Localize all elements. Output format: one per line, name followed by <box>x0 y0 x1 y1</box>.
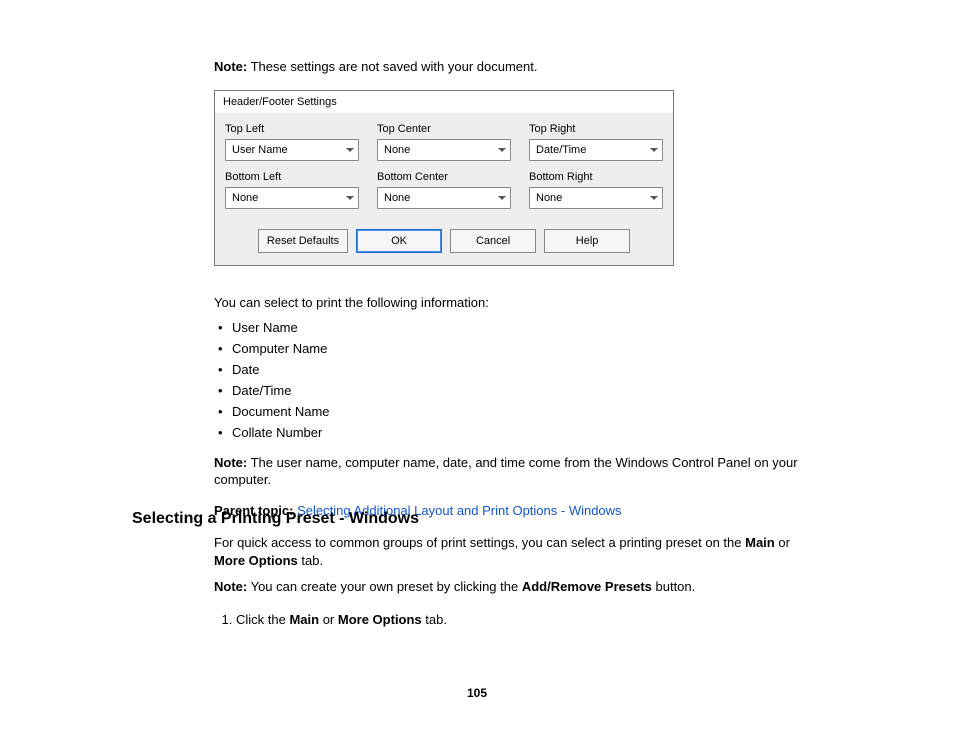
field-bottom-center: Bottom Center None <box>377 171 511 209</box>
list-item: Date <box>232 362 824 377</box>
info-list: User Name Computer Name Date Date/Time D… <box>214 320 824 440</box>
field-bottom-right: Bottom Right None <box>529 171 663 209</box>
note-control-panel: Note: The user name, computer name, date… <box>214 454 824 489</box>
cancel-button[interactable]: Cancel <box>450 229 536 253</box>
field-top-center: Top Center None <box>377 123 511 161</box>
label-bottom-center: Bottom Center <box>377 171 511 183</box>
dialog-title: Header/Footer Settings <box>215 91 673 113</box>
combo-top-left[interactable]: User Name <box>225 139 359 161</box>
step-1: Click the Main or More Options tab. <box>236 611 824 629</box>
field-top-left: Top Left User Name <box>225 123 359 161</box>
body-column-upper: Note: These settings are not saved with … <box>214 58 824 532</box>
note-label: Note: <box>214 59 247 74</box>
combo-value: None <box>536 192 562 204</box>
label-top-right: Top Right <box>529 123 663 135</box>
list-item: Collate Number <box>232 425 824 440</box>
dialog-button-row: Reset Defaults OK Cancel Help <box>225 219 663 265</box>
body-column-lower: For quick access to common groups of pri… <box>214 534 824 629</box>
dialog-body: Top Left User Name Top Center None <box>215 113 673 265</box>
list-item: Computer Name <box>232 341 824 356</box>
label-top-center: Top Center <box>377 123 511 135</box>
combo-value: None <box>232 192 258 204</box>
label-top-left: Top Left <box>225 123 359 135</box>
field-top-right: Top Right Date/Time <box>529 123 663 161</box>
list-item: User Name <box>232 320 824 335</box>
help-button[interactable]: Help <box>544 229 630 253</box>
combo-top-right[interactable]: Date/Time <box>529 139 663 161</box>
combo-bottom-left[interactable]: None <box>225 187 359 209</box>
document-page: Note: These settings are not saved with … <box>0 0 954 738</box>
chevron-down-icon <box>650 148 658 152</box>
dialog-row-top: Top Left User Name Top Center None <box>225 123 663 161</box>
chevron-down-icon <box>650 196 658 200</box>
chevron-down-icon <box>346 148 354 152</box>
steps-list: Click the Main or More Options tab. <box>214 611 824 629</box>
field-bottom-left: Bottom Left None <box>225 171 359 209</box>
combo-bottom-right[interactable]: None <box>529 187 663 209</box>
label-bottom-left: Bottom Left <box>225 171 359 183</box>
section-heading: Selecting a Printing Preset - Windows <box>132 510 419 528</box>
combo-value: None <box>384 144 410 156</box>
ok-button[interactable]: OK <box>356 229 442 253</box>
combo-value: User Name <box>232 144 288 156</box>
note-label: Note: <box>214 455 247 470</box>
list-item: Document Name <box>232 404 824 419</box>
header-footer-settings-dialog: Header/Footer Settings Top Left User Nam… <box>214 90 674 266</box>
combo-value: None <box>384 192 410 204</box>
page-number: 105 <box>0 686 954 700</box>
list-item: Date/Time <box>232 383 824 398</box>
combo-top-center[interactable]: None <box>377 139 511 161</box>
combo-bottom-center[interactable]: None <box>377 187 511 209</box>
chevron-down-icon <box>498 196 506 200</box>
chevron-down-icon <box>346 196 354 200</box>
note-text: These settings are not saved with your d… <box>247 59 537 74</box>
combo-value: Date/Time <box>536 144 586 156</box>
label-bottom-right: Bottom Right <box>529 171 663 183</box>
reset-defaults-button[interactable]: Reset Defaults <box>258 229 348 253</box>
note-text: The user name, computer name, date, and … <box>214 455 798 488</box>
section-paragraph-1: For quick access to common groups of pri… <box>214 534 824 570</box>
chevron-down-icon <box>498 148 506 152</box>
intro-list-text: You can select to print the following in… <box>214 294 824 312</box>
section-note: Note: You can create your own preset by … <box>214 578 824 596</box>
note-settings-not-saved: Note: These settings are not saved with … <box>214 58 824 76</box>
dialog-row-bottom: Bottom Left None Bottom Center None <box>225 171 663 209</box>
